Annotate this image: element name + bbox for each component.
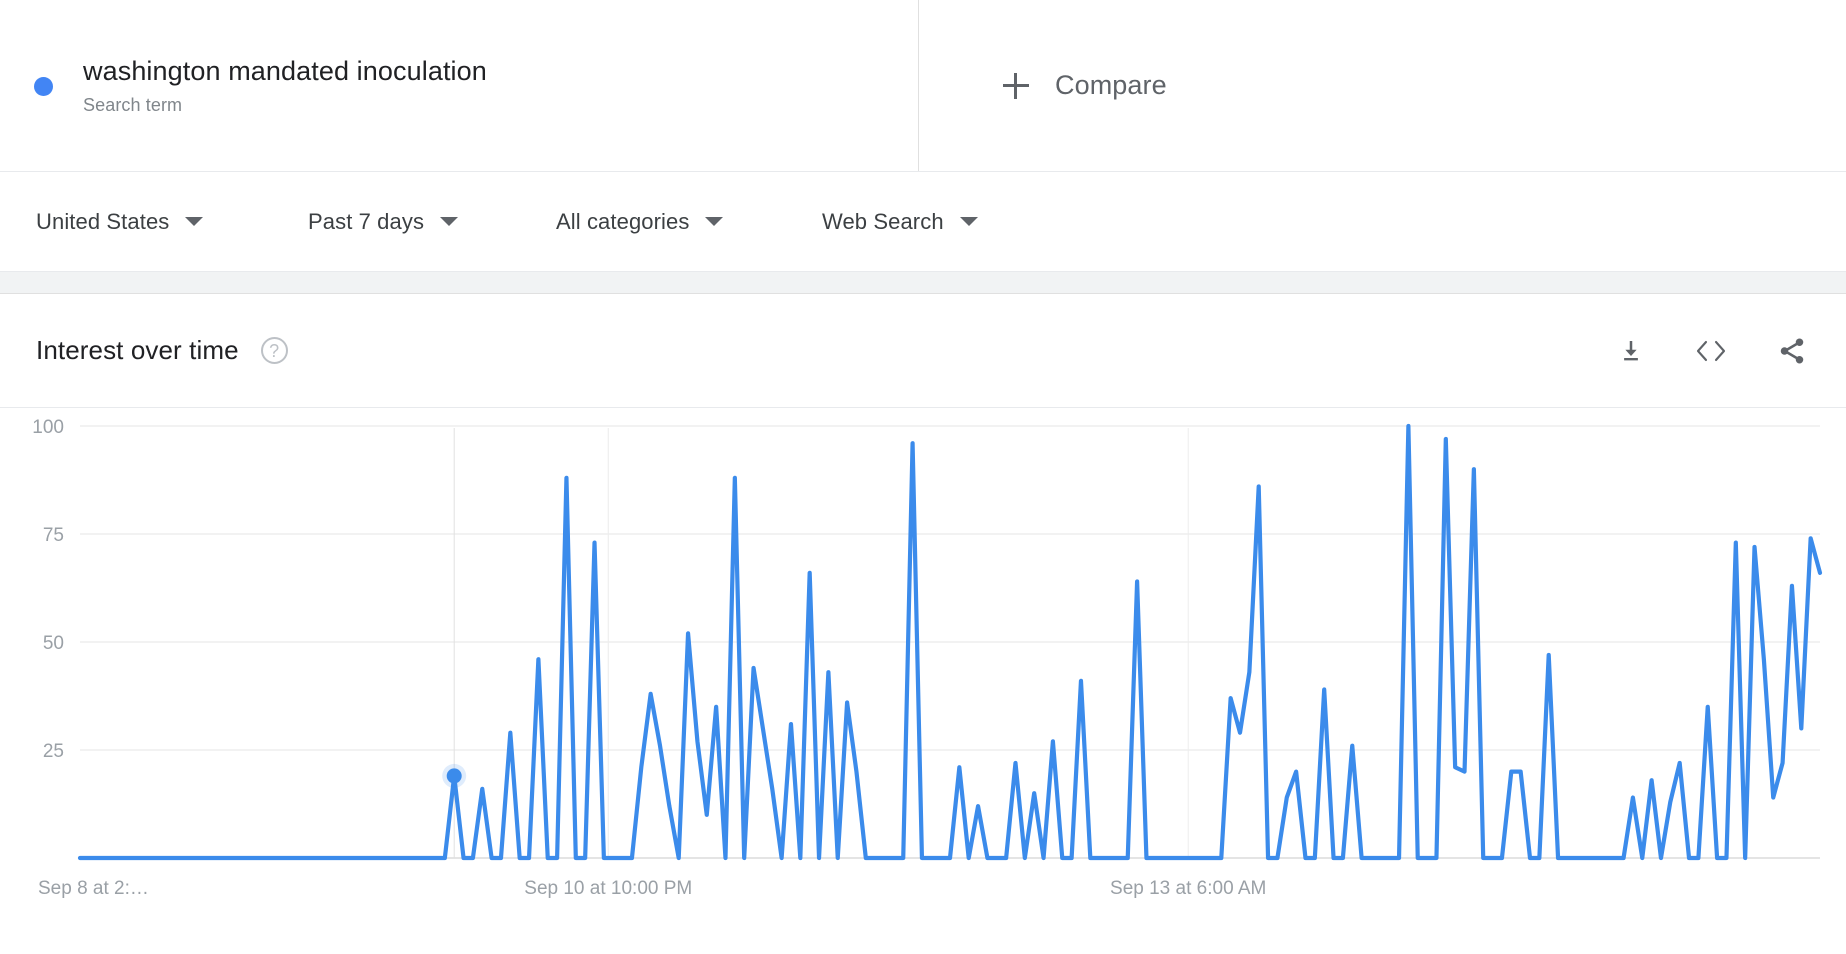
card-header: Interest over time ? <box>0 294 1846 408</box>
y-axis-tick-label: 75 <box>43 525 64 546</box>
filter-location-label: United States <box>36 208 170 234</box>
search-term-card[interactable]: washington mandated inoculation Search t… <box>0 0 919 171</box>
filter-time-range[interactable]: Past 7 days <box>308 208 459 235</box>
filter-location[interactable]: United States <box>36 208 204 235</box>
chevron-down-icon <box>440 217 459 226</box>
embed-icon[interactable] <box>1694 338 1728 364</box>
y-axis-tick-label: 50 <box>43 633 64 654</box>
filter-search-type-label: Web Search <box>822 208 944 234</box>
filter-time-range-label: Past 7 days <box>308 208 425 234</box>
interest-over-time-card: Interest over time ? 100 75 50 25 Sep 8 … <box>0 294 1846 954</box>
x-axis-tick-label: Sep 13 at 6:00 AM <box>1110 878 1266 899</box>
x-axis-tick-label: Sep 10 at 10:00 PM <box>524 878 692 899</box>
y-axis-tick-label: 100 <box>32 417 64 438</box>
add-comparison-button[interactable]: Compare <box>919 0 1846 171</box>
filter-category-label: All categories <box>556 208 690 234</box>
chevron-down-icon <box>185 217 204 226</box>
chevron-down-icon <box>959 217 978 226</box>
plus-icon <box>1003 72 1029 99</box>
highlighted-data-point[interactable] <box>446 768 462 784</box>
filter-search-type[interactable]: Web Search <box>822 209 978 235</box>
search-term-bar: washington mandated inoculation Search t… <box>0 0 1846 172</box>
filter-bar: United States Past 7 days All categories… <box>0 172 1846 272</box>
filter-category[interactable]: All categories <box>556 208 724 235</box>
help-icon[interactable]: ? <box>260 337 288 364</box>
download-icon[interactable] <box>1616 336 1646 366</box>
share-icon[interactable] <box>1776 336 1808 366</box>
page-title: Interest over time <box>36 335 239 365</box>
search-term-title: washington mandated inoculation <box>83 56 487 87</box>
x-axis-tick-label: Sep 8 at 2:… <box>38 878 149 899</box>
search-term-subtitle: Search term <box>83 94 183 115</box>
series-color-dot <box>34 77 53 96</box>
compare-label: Compare <box>1055 70 1167 100</box>
chevron-down-icon <box>705 217 724 226</box>
section-divider <box>0 272 1846 294</box>
interest-over-time-chart[interactable]: 100 75 50 25 Sep 8 at 2:… Sep 10 at 10:00 PM S… <box>0 408 1846 954</box>
chart-area[interactable]: 100 75 50 25 Sep 8 at 2:… Sep 10 at 10:00 PM S… <box>0 408 1846 954</box>
y-axis-tick-label: 25 <box>43 741 64 762</box>
